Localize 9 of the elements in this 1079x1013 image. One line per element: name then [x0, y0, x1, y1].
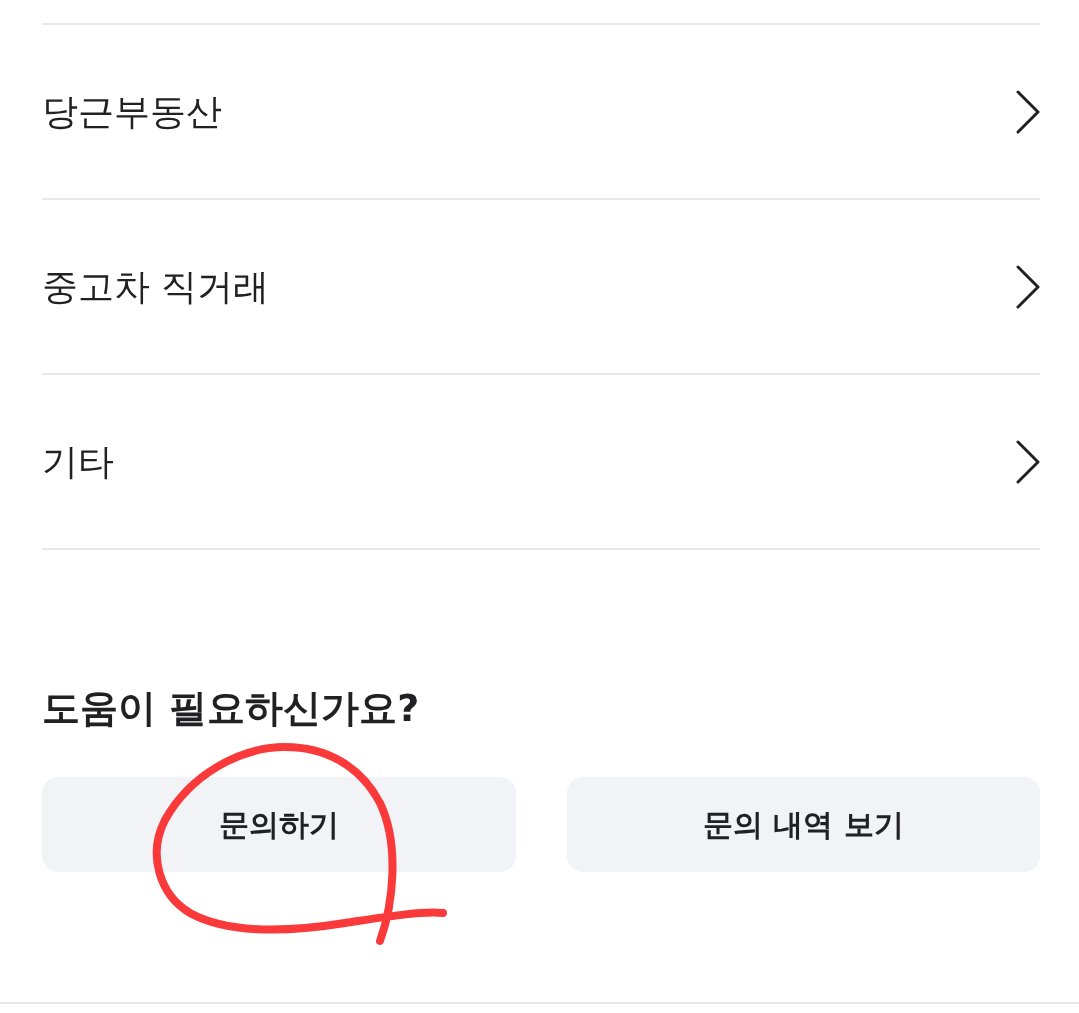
menu-item[interactable]: 기타	[42, 375, 1040, 550]
chevron-right-icon	[1016, 264, 1040, 309]
help-button[interactable]: 문의하기	[42, 776, 516, 872]
help-heading: 도움이 필요하신가요?	[42, 686, 420, 732]
chevron-right-icon	[1016, 439, 1040, 484]
menu-item[interactable]: 중고차 직거래	[42, 200, 1040, 375]
menu-item[interactable]: 당근부동산	[42, 25, 1040, 200]
chevron-right-icon	[1016, 89, 1040, 134]
help-button[interactable]: 문의 내역 보기	[566, 776, 1040, 872]
